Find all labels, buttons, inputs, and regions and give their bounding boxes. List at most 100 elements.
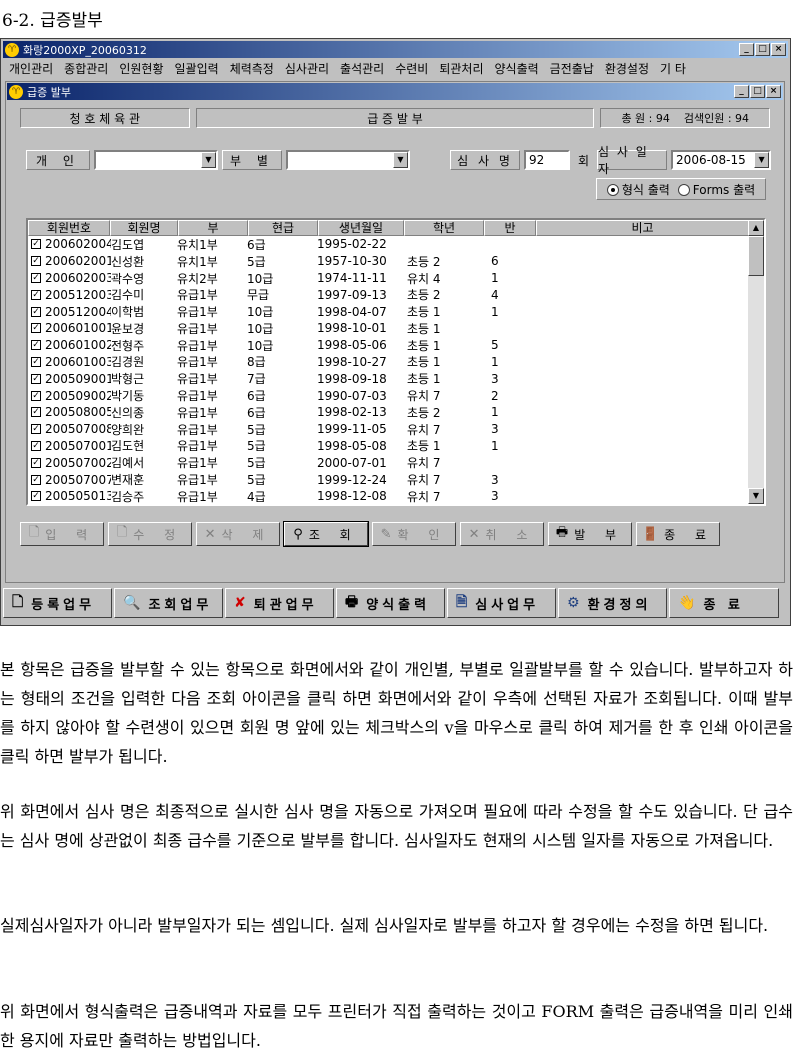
- table-row[interactable]: ✓ 200507002 김예서 유급1부 5급 2000-07-01 유치 7: [28, 454, 543, 471]
- main-titlebar: ♈ 화랑2000XP_20060312 _ □ ×: [3, 41, 788, 58]
- menu-item[interactable]: 환경설정: [599, 60, 654, 77]
- table-cell: 1998-05-06: [317, 338, 387, 353]
- minimize-button[interactable]: _: [739, 43, 754, 56]
- table-row[interactable]: ✓ 200602001 신성환 유치1부 5급 1957-10-30 초등 2 6: [28, 253, 543, 270]
- table-row[interactable]: ✓ 200602003 곽수영 유치2부 10급 1974-11-11 유치 4 1: [28, 270, 543, 287]
- table-row[interactable]: ✓ 200602004 김도엽 유치1부 6급 1995-02-22: [28, 236, 543, 253]
- radio-forms-output[interactable]: Forms 출력: [677, 181, 755, 198]
- table-row[interactable]: ✓ 200601002 전형주 유급1부 10급 1998-05-06 초등 1 5: [28, 337, 543, 354]
- radio-form-output[interactable]: 형식 출력: [606, 181, 670, 198]
- table-cell: 1: [491, 438, 499, 453]
- menu-item[interactable]: 퇴관처리: [433, 60, 488, 77]
- menu-item[interactable]: 인원현황: [113, 60, 168, 77]
- exam-button[interactable]: 🗎 심사업무: [447, 588, 556, 618]
- table-row[interactable]: ✓ 200507008 양희완 유급1부 5급 1999-11-05 유치 7 3: [28, 421, 543, 438]
- chevron-down-icon[interactable]: ▼: [201, 152, 216, 168]
- table-row[interactable]: ✓ 200512003 김수미 유급1부 무급 1997-09-13 초등 2 4: [28, 286, 543, 303]
- menu-item[interactable]: 기 타: [654, 60, 691, 77]
- exam-count-input[interactable]: 92: [524, 150, 570, 170]
- menu-item[interactable]: 체력측정: [224, 60, 279, 77]
- row-checkbox[interactable]: ✓: [31, 373, 41, 384]
- close-button[interactable]: ×: [771, 43, 786, 56]
- row-checkbox[interactable]: ✓: [31, 289, 41, 300]
- child-minimize-button[interactable]: _: [734, 85, 749, 98]
- table-cell: 3: [491, 422, 499, 437]
- row-checkbox[interactable]: ✓: [31, 491, 41, 502]
- column-header[interactable]: 부: [178, 220, 248, 236]
- lookup-button[interactable]: 🔍 조회업무: [114, 588, 223, 618]
- scroll-up-icon[interactable]: ▲: [748, 220, 764, 236]
- withdraw-button[interactable]: ✘ 퇴관업무: [225, 588, 334, 618]
- row-checkbox[interactable]: ✓: [31, 340, 41, 351]
- column-header[interactable]: 회원명: [110, 220, 178, 236]
- table-row[interactable]: ✓ 200509002 박기동 유급1부 6급 1990-07-03 유치 7 2: [28, 387, 543, 404]
- input-button[interactable]: 🗋 입 력: [20, 522, 104, 546]
- table-row[interactable]: ✓ 200507007 변재훈 유급1부 5급 1999-12-24 유치 7 3: [28, 471, 543, 488]
- vertical-scrollbar[interactable]: ▲ ▼: [748, 220, 764, 504]
- row-checkbox[interactable]: ✓: [31, 323, 41, 334]
- column-header[interactable]: 반: [484, 220, 536, 236]
- child-close-button[interactable]: ×: [766, 85, 781, 98]
- row-checkbox[interactable]: ✓: [31, 407, 41, 418]
- row-checkbox[interactable]: ✓: [31, 474, 41, 485]
- menu-item[interactable]: 심사관리: [279, 60, 334, 77]
- scroll-thumb[interactable]: [748, 236, 764, 276]
- register-button[interactable]: 🗋 등록업무: [3, 588, 112, 618]
- row-checkbox[interactable]: ✓: [31, 390, 41, 401]
- edit-button[interactable]: 🗋 수 정: [108, 522, 192, 546]
- cancel-icon: ✕: [468, 526, 480, 542]
- row-checkbox[interactable]: ✓: [31, 356, 41, 367]
- column-header[interactable]: 비고: [536, 220, 749, 236]
- division-combo[interactable]: ▼: [286, 150, 410, 170]
- table-row[interactable]: ✓ 200509001 박형근 유급1부 7급 1998-09-18 초등 1 3: [28, 370, 543, 387]
- menu-item[interactable]: 일괄입력: [169, 60, 224, 77]
- table-cell: 신의종: [111, 405, 145, 420]
- person-combo[interactable]: ▼: [94, 150, 218, 170]
- search-button[interactable]: ⚲ 조 회: [283, 521, 369, 547]
- menu-item[interactable]: 수련비: [389, 60, 433, 77]
- table-row[interactable]: ✓ 200512004 이학범 유급1부 10급 1998-04-07 초등 1 1: [28, 303, 543, 320]
- chevron-down-icon[interactable]: ▼: [754, 152, 770, 168]
- table-cell: 유급1부: [177, 355, 218, 370]
- row-checkbox[interactable]: ✓: [31, 440, 41, 451]
- app-logo-icon: ♈: [5, 42, 19, 57]
- row-checkbox[interactable]: ✓: [31, 424, 41, 435]
- menu-item[interactable]: 양식출력: [489, 60, 544, 77]
- action-toolbar: 🗋 입 력 🗋 수 정 ✕ 삭 제 ⚲ 조 회 ✎ 확 인 ✕ 취 소 🖶 발 부 🚪 종 료: [20, 521, 720, 547]
- confirm-button[interactable]: ✎ 확 인: [372, 522, 456, 546]
- info-bar: 청 호 체 육 관 급 증 발 부 총 원 : 94 검색인원 : 94: [20, 108, 771, 128]
- table-cell: 김승주: [111, 489, 145, 504]
- quit-button[interactable]: 👋 종 료: [669, 588, 779, 618]
- row-checkbox[interactable]: ✓: [31, 272, 41, 283]
- form-print-button[interactable]: 🖶 양식출력: [336, 588, 445, 618]
- column-header[interactable]: 학년: [404, 220, 484, 236]
- exit-button[interactable]: 🚪 종 료: [636, 522, 720, 546]
- chevron-down-icon[interactable]: ▼: [393, 152, 408, 168]
- table-row[interactable]: ✓ 200507001 김도현 유급1부 5급 1998-05-08 초등 1 1: [28, 438, 543, 455]
- row-checkbox[interactable]: ✓: [31, 306, 41, 317]
- menu-item[interactable]: 출석관리: [334, 60, 389, 77]
- table-row[interactable]: ✓ 200601001 윤보경 유급1부 10급 1998-10-01 초등 1: [28, 320, 543, 337]
- column-header[interactable]: 회원번호: [28, 220, 110, 236]
- delete-button[interactable]: ✕ 삭 제: [196, 522, 280, 546]
- maximize-button[interactable]: □: [755, 43, 770, 56]
- row-checkbox[interactable]: ✓: [31, 457, 41, 468]
- issue-button[interactable]: 🖶 발 부: [548, 522, 632, 546]
- table-cell: 유급1부: [177, 456, 218, 471]
- table-row[interactable]: ✓ 200508005 신의종 유급1부 6급 1998-02-13 초등 2 1: [28, 404, 543, 421]
- table-row[interactable]: ✓ 200505013 김승주 유급1부 4급 1998-12-08 유치 7 3: [28, 488, 543, 504]
- row-checkbox[interactable]: ✓: [31, 239, 41, 250]
- table-row[interactable]: ✓ 200601003 김경원 유급1부 8급 1998-10-27 초등 1 1: [28, 354, 543, 371]
- column-header[interactable]: 현급: [248, 220, 318, 236]
- menu-item[interactable]: 종합관리: [58, 60, 113, 77]
- row-checkbox[interactable]: ✓: [31, 256, 41, 267]
- table-cell: 1998-10-27: [317, 354, 387, 369]
- menu-item[interactable]: 금전출납: [544, 60, 599, 77]
- exam-date-picker[interactable]: 2006-08-15 ▼: [671, 150, 772, 170]
- column-header[interactable]: 생년월일: [318, 220, 404, 236]
- settings-button[interactable]: ⚙ 환경정의: [558, 588, 667, 618]
- scroll-down-icon[interactable]: ▼: [748, 488, 764, 504]
- child-maximize-button[interactable]: □: [750, 85, 765, 98]
- menu-item[interactable]: 개인관리: [3, 60, 58, 77]
- cancel-button[interactable]: ✕ 취 소: [460, 522, 544, 546]
